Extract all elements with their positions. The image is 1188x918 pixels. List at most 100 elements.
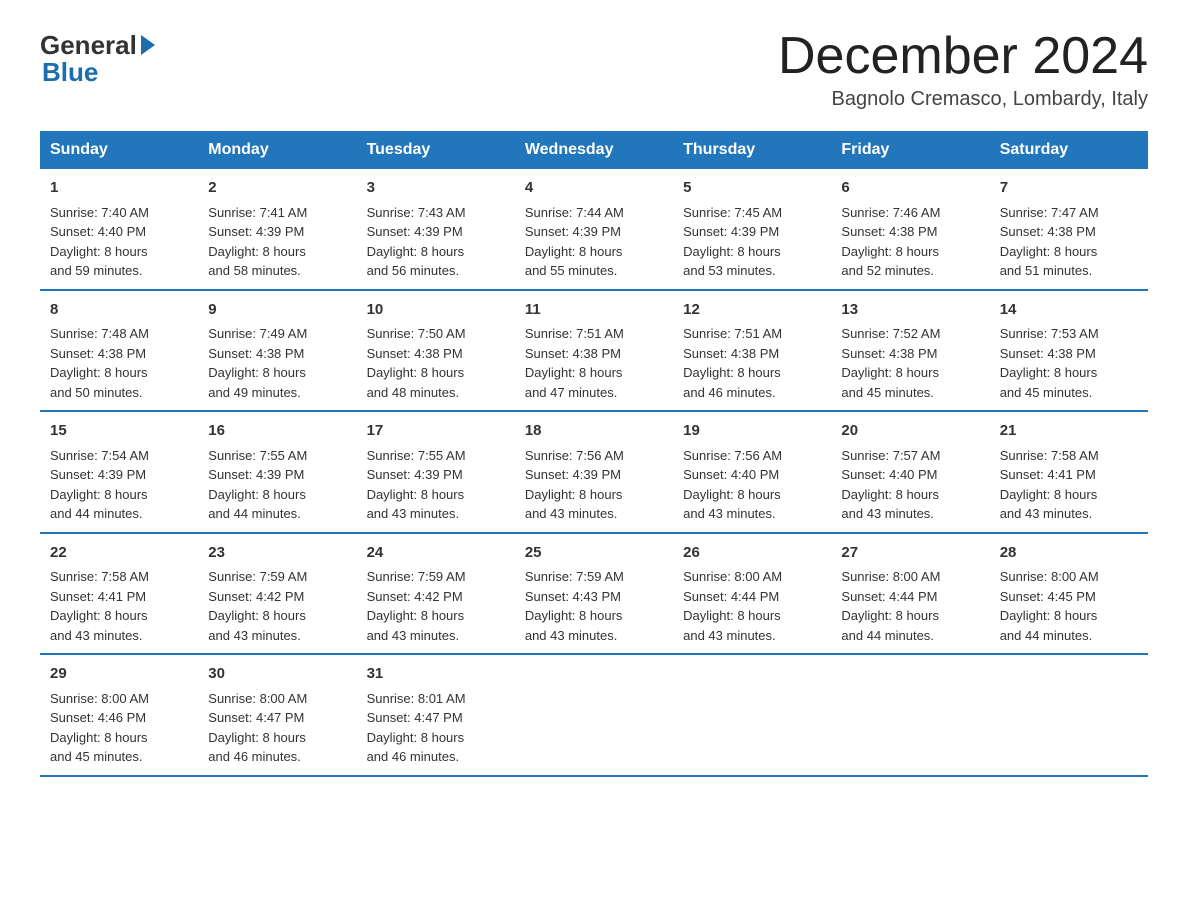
day-info: Sunset: 4:41 PM: [1000, 465, 1138, 485]
day-info: Daylight: 8 hours: [525, 363, 663, 383]
day-number: 24: [367, 542, 505, 565]
day-info: Sunset: 4:39 PM: [50, 465, 188, 485]
day-number: 22: [50, 542, 188, 565]
day-info: Sunset: 4:38 PM: [683, 344, 821, 364]
day-info: and 55 minutes.: [525, 261, 663, 281]
day-info: Sunrise: 7:40 AM: [50, 203, 188, 223]
day-info: Daylight: 8 hours: [367, 606, 505, 626]
month-title: December 2024: [778, 30, 1148, 82]
day-info: Daylight: 8 hours: [683, 242, 821, 262]
day-info: and 43 minutes.: [367, 504, 505, 524]
day-info: Sunrise: 7:58 AM: [50, 567, 188, 587]
day-info: Sunrise: 7:41 AM: [208, 203, 346, 223]
day-info: Sunset: 4:39 PM: [208, 222, 346, 242]
day-info: and 51 minutes.: [1000, 261, 1138, 281]
day-info: and 58 minutes.: [208, 261, 346, 281]
day-info: and 46 minutes.: [367, 747, 505, 767]
calendar-cell: 10Sunrise: 7:50 AMSunset: 4:38 PMDayligh…: [357, 290, 515, 412]
day-info: and 50 minutes.: [50, 383, 188, 403]
calendar-cell: 4Sunrise: 7:44 AMSunset: 4:39 PMDaylight…: [515, 169, 673, 290]
day-info: Sunrise: 7:50 AM: [367, 324, 505, 344]
calendar-week-row: 1Sunrise: 7:40 AMSunset: 4:40 PMDaylight…: [40, 169, 1148, 290]
day-number: 13: [841, 299, 979, 322]
day-info: and 46 minutes.: [683, 383, 821, 403]
day-info: Sunrise: 7:51 AM: [525, 324, 663, 344]
day-info: Sunrise: 7:49 AM: [208, 324, 346, 344]
day-info: and 43 minutes.: [367, 626, 505, 646]
day-info: Sunrise: 7:55 AM: [208, 446, 346, 466]
day-number: 28: [1000, 542, 1138, 565]
calendar-cell: [515, 654, 673, 776]
calendar-cell: 16Sunrise: 7:55 AMSunset: 4:39 PMDayligh…: [198, 411, 356, 533]
day-number: 23: [208, 542, 346, 565]
calendar-cell: 15Sunrise: 7:54 AMSunset: 4:39 PMDayligh…: [40, 411, 198, 533]
day-info: Sunset: 4:38 PM: [1000, 344, 1138, 364]
day-info: Sunrise: 8:00 AM: [683, 567, 821, 587]
day-info: Sunset: 4:40 PM: [50, 222, 188, 242]
day-info: Sunrise: 7:59 AM: [208, 567, 346, 587]
day-number: 11: [525, 299, 663, 322]
day-info: and 47 minutes.: [525, 383, 663, 403]
header-friday: Friday: [831, 131, 989, 169]
calendar-cell: 27Sunrise: 8:00 AMSunset: 4:44 PMDayligh…: [831, 533, 989, 655]
day-info: and 52 minutes.: [841, 261, 979, 281]
day-info: Daylight: 8 hours: [50, 242, 188, 262]
header-thursday: Thursday: [673, 131, 831, 169]
day-info: Daylight: 8 hours: [208, 728, 346, 748]
day-number: 26: [683, 542, 821, 565]
calendar-cell: 22Sunrise: 7:58 AMSunset: 4:41 PMDayligh…: [40, 533, 198, 655]
day-info: Sunrise: 7:44 AM: [525, 203, 663, 223]
calendar-week-row: 29Sunrise: 8:00 AMSunset: 4:46 PMDayligh…: [40, 654, 1148, 776]
day-number: 20: [841, 420, 979, 443]
day-info: Daylight: 8 hours: [50, 485, 188, 505]
day-info: Sunrise: 7:46 AM: [841, 203, 979, 223]
day-number: 25: [525, 542, 663, 565]
calendar-cell: 3Sunrise: 7:43 AMSunset: 4:39 PMDaylight…: [357, 169, 515, 290]
calendar-cell: 8Sunrise: 7:48 AMSunset: 4:38 PMDaylight…: [40, 290, 198, 412]
day-info: Sunset: 4:39 PM: [208, 465, 346, 485]
day-info: Sunrise: 7:48 AM: [50, 324, 188, 344]
day-info: Daylight: 8 hours: [50, 728, 188, 748]
day-info: Sunset: 4:39 PM: [683, 222, 821, 242]
calendar-cell: 5Sunrise: 7:45 AMSunset: 4:39 PMDaylight…: [673, 169, 831, 290]
calendar-cell: 19 Sunrise: 7:56 AMSunset: 4:40 PMDayligh…: [673, 411, 831, 533]
day-number: 27: [841, 542, 979, 565]
day-number: 31: [367, 663, 505, 686]
day-info: Sunrise: 8:00 AM: [50, 689, 188, 709]
calendar-cell: 23Sunrise: 7:59 AMSunset: 4:42 PMDayligh…: [198, 533, 356, 655]
header-sunday: Sunday: [40, 131, 198, 169]
day-number: 14: [1000, 299, 1138, 322]
header-wednesday: Wednesday: [515, 131, 673, 169]
day-info: Sunrise: 7:56 AM: [683, 446, 821, 466]
logo: General Blue: [40, 30, 155, 88]
day-number: 6: [841, 177, 979, 200]
calendar-cell: 18Sunrise: 7:56 AMSunset: 4:39 PMDayligh…: [515, 411, 673, 533]
calendar-cell: 28Sunrise: 8:00 AMSunset: 4:45 PMDayligh…: [990, 533, 1148, 655]
calendar-cell: 31Sunrise: 8:01 AMSunset: 4:47 PMDayligh…: [357, 654, 515, 776]
day-number: 16: [208, 420, 346, 443]
day-number: 19: [683, 420, 821, 443]
day-info: and 43 minutes.: [1000, 504, 1138, 524]
calendar-cell: 9Sunrise: 7:49 AMSunset: 4:38 PMDaylight…: [198, 290, 356, 412]
day-info: and 43 minutes.: [208, 626, 346, 646]
day-info: Sunset: 4:41 PM: [50, 587, 188, 607]
day-info: Sunrise: 7:45 AM: [683, 203, 821, 223]
day-info: Sunset: 4:38 PM: [50, 344, 188, 364]
calendar-cell: [673, 654, 831, 776]
day-info: and 43 minutes.: [50, 626, 188, 646]
day-info: Sunset: 4:40 PM: [683, 465, 821, 485]
day-info: Daylight: 8 hours: [841, 485, 979, 505]
page-header: General Blue December 2024 Bagnolo Crema…: [40, 30, 1148, 111]
calendar-cell: 24Sunrise: 7:59 AMSunset: 4:42 PMDayligh…: [357, 533, 515, 655]
day-info: Sunset: 4:40 PM: [841, 465, 979, 485]
day-info: Sunset: 4:38 PM: [1000, 222, 1138, 242]
header-tuesday: Tuesday: [357, 131, 515, 169]
calendar-cell: 12Sunrise: 7:51 AMSunset: 4:38 PMDayligh…: [673, 290, 831, 412]
day-info: and 43 minutes.: [525, 626, 663, 646]
calendar-cell: 7Sunrise: 7:47 AMSunset: 4:38 PMDaylight…: [990, 169, 1148, 290]
calendar-cell: 14Sunrise: 7:53 AMSunset: 4:38 PMDayligh…: [990, 290, 1148, 412]
day-number: 21: [1000, 420, 1138, 443]
day-number: 18: [525, 420, 663, 443]
day-info: Daylight: 8 hours: [841, 606, 979, 626]
day-info: Daylight: 8 hours: [683, 485, 821, 505]
